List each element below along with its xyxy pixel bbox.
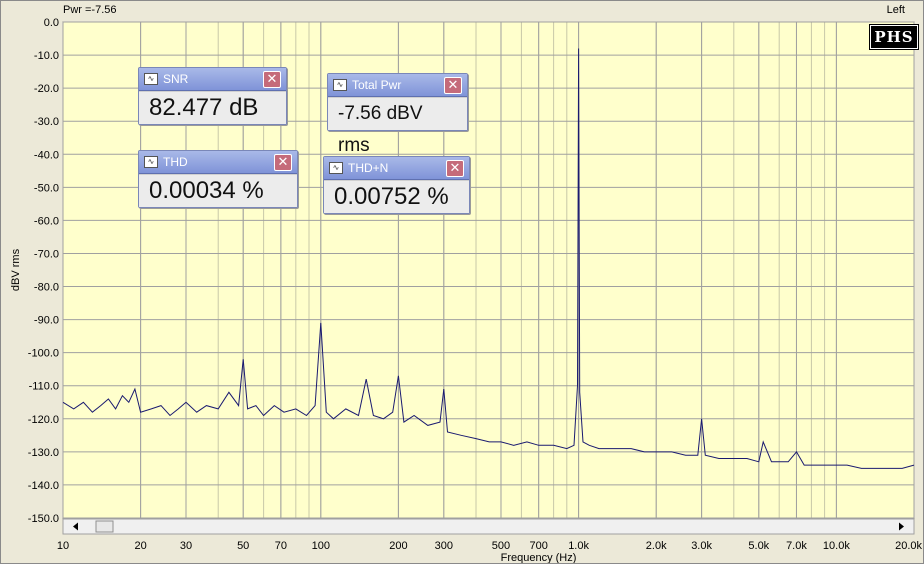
y-tick-label: -100.0	[28, 348, 59, 360]
x-tick-label: 70	[275, 540, 287, 552]
y-tick-label: -130.0	[28, 447, 59, 459]
x-tick-label: 300	[435, 540, 453, 552]
x-tick-label: 10	[57, 540, 69, 552]
y-tick-label: -120.0	[28, 414, 59, 426]
x-tick-label: 50	[237, 540, 249, 552]
x-tick-label: 2.0k	[646, 540, 667, 552]
x-tick-label: 100	[312, 540, 330, 552]
waveform-icon: ∿	[144, 156, 158, 168]
x-tick-label: 5.0k	[748, 540, 769, 552]
snr-meter-titlebar[interactable]: ∿ SNR ✕	[139, 68, 286, 91]
scrollbar-thumb[interactable]	[95, 520, 114, 533]
total-pwr-meter-titlebar[interactable]: ∿ Total Pwr ✕	[328, 74, 467, 97]
close-icon[interactable]: ✕	[444, 76, 462, 94]
x-tick-label: 20.0k	[895, 540, 922, 552]
waveform-icon: ∿	[329, 162, 343, 174]
x-tick-label: 3.0k	[691, 540, 712, 552]
waveform-icon: ∿	[333, 79, 347, 91]
y-tick-label: 0.0	[44, 17, 59, 29]
y-tick-label: -50.0	[34, 182, 59, 194]
x-tick-label: 30	[180, 540, 192, 552]
snr-meter-title: SNR	[163, 72, 189, 86]
y-tick-label: -30.0	[34, 116, 59, 128]
y-axis-title: dBV rms	[10, 248, 22, 291]
y-tick-label: -70.0	[34, 248, 59, 260]
close-icon[interactable]: ✕	[274, 153, 292, 171]
y-tick-label: -140.0	[28, 480, 59, 492]
x-tick-label: 7.0k	[786, 540, 807, 552]
y-tick-label: -40.0	[34, 149, 59, 161]
y-tick-label: -110.0	[29, 381, 59, 393]
x-tick-label: 20	[134, 540, 146, 552]
y-tick-label: -80.0	[34, 282, 59, 294]
x-tick-label: 500	[492, 540, 510, 552]
y-tick-label: -60.0	[34, 215, 59, 227]
x-tick-label: 1.0k	[568, 540, 589, 552]
thd-n-value: 0.00752 %	[324, 180, 469, 213]
total-pwr-value: -7.56 dBV rms	[328, 97, 467, 156]
y-tick-label: -20.0	[34, 83, 59, 95]
analyzer-window: Pwr =-7.56 Left 0.0 -10.0 -20.0 -30.0 -40.0-…	[0, 0, 924, 564]
waveform-icon: ∿	[144, 73, 158, 85]
scrollbar-track[interactable]	[62, 518, 915, 535]
thd-n-meter-titlebar[interactable]: ∿ THD+N ✕	[324, 157, 469, 180]
x-axis-title: Frequency (Hz)	[501, 552, 577, 563]
thd-meter[interactable]: ∿ THD ✕ 0.00034 %	[138, 150, 298, 208]
thd-n-meter-title: THD+N	[348, 161, 389, 175]
total-pwr-meter-title: Total Pwr	[352, 78, 402, 92]
x-tick-label: 200	[389, 540, 407, 552]
total-pwr-meter[interactable]: ∿ Total Pwr ✕ -7.56 dBV rms	[327, 73, 468, 156]
snr-meter[interactable]: ∿ SNR ✕ 82.477 dB	[138, 67, 287, 125]
x-tick-label: 700	[529, 540, 547, 552]
y-tick-label: -10.0	[34, 50, 59, 62]
x-tick-label: 10.0k	[823, 540, 850, 552]
close-icon[interactable]: ✕	[446, 159, 464, 177]
phs-logo: PHS	[869, 24, 919, 50]
y-tick-label: -150.0	[28, 513, 59, 525]
thd-meter-title: THD	[163, 155, 188, 169]
close-icon[interactable]: ✕	[263, 70, 281, 88]
thd-meter-titlebar[interactable]: ∿ THD ✕	[139, 151, 297, 174]
thd-n-meter[interactable]: ∿ THD+N ✕ 0.00752 %	[323, 156, 470, 214]
snr-value: 82.477 dB	[139, 91, 286, 124]
thd-value: 0.00034 %	[139, 174, 297, 207]
y-tick-label: -90.0	[34, 315, 59, 327]
